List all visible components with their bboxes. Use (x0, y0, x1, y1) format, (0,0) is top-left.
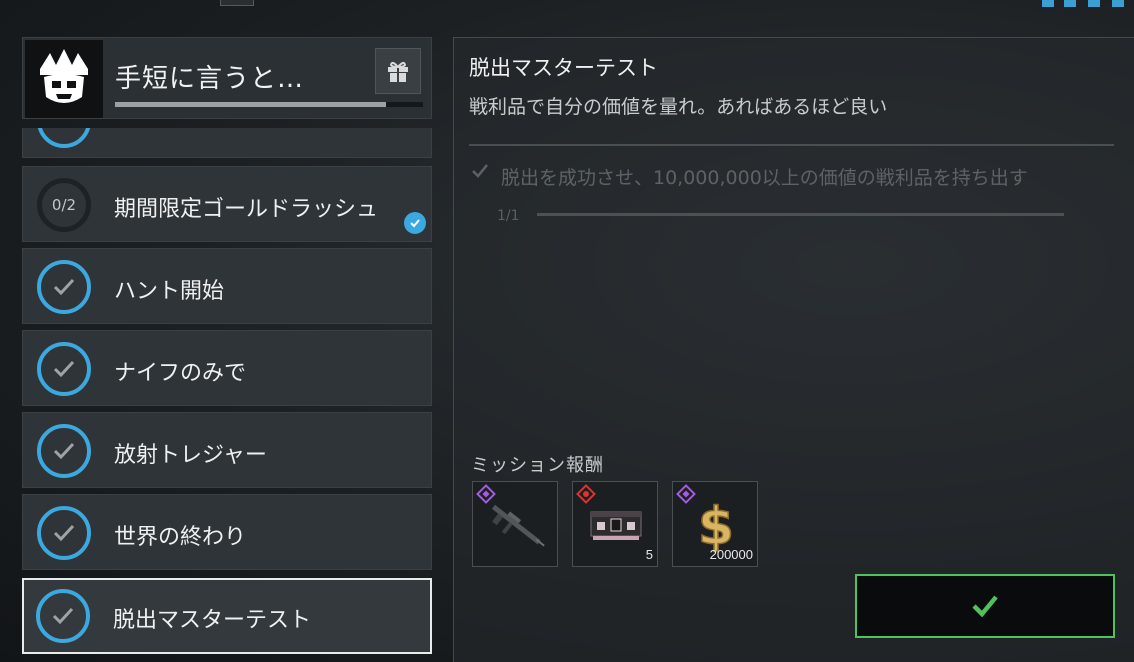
progress-ring: 0/2 (37, 178, 91, 232)
divider (469, 144, 1114, 146)
completed-check-icon (37, 424, 91, 478)
mission-detail-panel: 脱出マスターテスト 戦利品で自分の価値を量れ。あればあるほど良い 脱出を成功させ… (453, 37, 1134, 662)
objective-check-icon (472, 164, 488, 178)
rewards-label: ミッション報酬 (471, 455, 604, 476)
mission-item-knife-only[interactable]: ナイフのみで (22, 330, 432, 406)
mission-list[interactable]: 0/2 期間限定ゴールドラッシュ ハント開始 ナイフのみで 放射トレジャー 世界… (22, 128, 432, 662)
gift-button[interactable] (375, 48, 421, 94)
mission-label: 放射トレジャー (114, 443, 267, 468)
mission-progress-text: 0/2 (51, 196, 77, 214)
reward-quantity: 5 (645, 547, 653, 562)
top-right-indicator (1042, 0, 1134, 8)
mission-title: 脱出マスターテスト (469, 56, 658, 80)
mission-description: 戦利品で自分の価値を量れ。あればあるほど良い (469, 96, 888, 118)
mission-label: 期間限定ゴールドラッシュ (114, 197, 379, 222)
top-decoration (220, 0, 254, 6)
reward-slot[interactable] (472, 481, 558, 567)
rifle-icon (491, 504, 545, 547)
completed-check-icon (37, 128, 91, 148)
mission-item-end-of-world[interactable]: 世界の終わり (22, 494, 432, 570)
check-badge-icon (404, 212, 426, 234)
mission-item-gold-rush[interactable]: 0/2 期間限定ゴールドラッシュ (22, 166, 432, 242)
reward-quantity: 200000 (709, 547, 753, 562)
completed-check-icon (37, 506, 91, 560)
mission-label: 脱出マスターテスト (113, 608, 312, 633)
mission-group-header: 手短に言うと… (22, 37, 432, 119)
mission-label: ナイフのみで (114, 361, 247, 386)
reward-slot[interactable]: 5 (572, 481, 658, 567)
objective-count: 1/1 (497, 208, 520, 224)
mission-item-hunt-start[interactable]: ハント開始 (22, 248, 432, 324)
mission-label: 世界の終わり (114, 525, 247, 550)
mission-group-title: 手短に言うと… (115, 64, 305, 94)
completed-check-icon (36, 589, 90, 643)
completed-check-icon (37, 342, 91, 396)
mission-item-extraction-master-test[interactable]: 脱出マスターテスト (22, 578, 432, 654)
crown-skull-logo (25, 40, 103, 118)
reward-slot[interactable]: $ 200000 (672, 481, 758, 567)
mission-item-radiation-treasure[interactable]: 放射トレジャー (22, 412, 432, 488)
gift-icon (388, 61, 408, 82)
objective-text: 脱出を成功させ、10,000,000以上の価値の戦利品を持ち出す (501, 167, 1028, 189)
completed-check-icon (37, 260, 91, 314)
objective-progress-bar (537, 213, 1064, 216)
mission-item[interactable] (22, 128, 432, 158)
check-icon (972, 595, 998, 618)
claim-reward-button[interactable] (855, 574, 1115, 638)
mission-label: ハント開始 (114, 279, 225, 304)
group-progress-bar (115, 102, 423, 107)
